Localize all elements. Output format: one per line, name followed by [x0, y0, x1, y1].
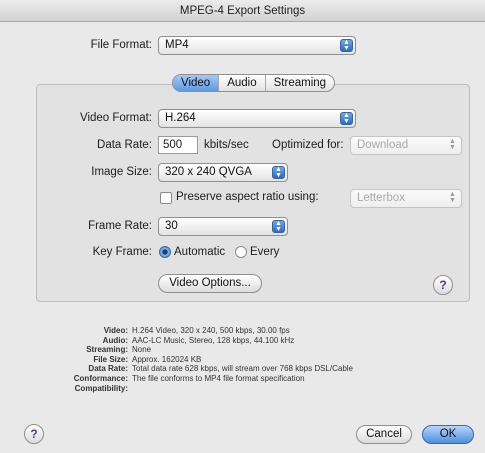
popup-arrows-icon: ▲ ▼ — [340, 112, 353, 125]
summary-row: Streaming: None — [86, 345, 152, 355]
image-size-value: 320 x 240 QVGA — [165, 166, 252, 178]
image-size-popup[interactable]: 320 x 240 QVGA ▲ ▼ — [158, 163, 288, 182]
frame-rate-label: Frame Rate: — [88, 220, 152, 232]
tab-video[interactable]: Video — [173, 75, 220, 91]
popup-arrows-icon: ▲ ▼ — [272, 220, 285, 233]
video-options-button[interactable]: Video Options... — [158, 274, 262, 293]
popup-arrows-icon: ▲ ▼ — [449, 191, 456, 204]
image-size-label: Image Size: — [91, 166, 152, 178]
preserve-aspect-checkbox[interactable] — [160, 192, 172, 204]
tab-bar: Video Audio Streaming — [172, 74, 336, 92]
popup-arrows-icon: ▲ ▼ — [340, 39, 353, 52]
tab-audio[interactable]: Audio — [219, 75, 266, 91]
video-format-label: Video Format: — [79, 112, 152, 124]
preserve-aspect-value: Letterbox — [357, 192, 405, 204]
key-frame-automatic-label: Automatic — [174, 246, 226, 258]
tab-streaming[interactable]: Streaming — [266, 75, 334, 91]
preserve-aspect-popup[interactable]: Letterbox ▲ ▼ — [350, 189, 462, 208]
cancel-button[interactable]: Cancel — [356, 425, 412, 444]
export-settings-window: MPEG-4 Export Settings File Format: MP4 … — [0, 0, 485, 453]
optimized-for-popup[interactable]: Download ▲ ▼ — [350, 136, 462, 155]
key-frame-every-label: Every — [250, 246, 280, 258]
optimized-for-value: Download — [357, 139, 409, 151]
summary-row: Data Rate: Total data rate 628 kbps, will… — [88, 364, 354, 374]
popup-arrows-icon: ▲ ▼ — [449, 138, 456, 151]
summary-row: Conformance: The file conforms to MP4 fil… — [73, 373, 305, 383]
summary-row: Video: H.264 Video, 320 x 240, 500 kbps, … — [103, 326, 290, 335]
optimized-for-label: Optimized for: — [272, 139, 344, 151]
summary-row: File Size: Approx. 162024 KB — [93, 354, 202, 364]
popup-arrows-icon: ▲ ▼ — [272, 166, 285, 179]
file-format-label: File Format: — [90, 39, 152, 51]
video-format-popup[interactable]: H.264 ▲ ▼ — [158, 109, 356, 128]
summary-row: Compatibility: — [74, 383, 128, 393]
key-frame-label: Key Frame: — [92, 246, 152, 258]
file-format-popup[interactable]: MP4 ▲ ▼ — [158, 36, 356, 55]
key-frame-automatic-radio[interactable] — [159, 246, 171, 258]
preserve-aspect-label: Preserve aspect ratio using: — [176, 191, 319, 203]
summary-row: Audio: AAC-LC Music, Stereo, 128 kbps, 44… — [102, 335, 295, 345]
help-button[interactable]: ? — [24, 424, 44, 444]
panel-help-button[interactable]: ? — [433, 275, 453, 295]
window-title: MPEG-4 Export Settings — [0, 0, 485, 22]
frame-rate-value: 30 — [165, 220, 178, 232]
data-rate-label: Data Rate: — [97, 139, 152, 151]
video-format-value: H.264 — [165, 112, 196, 124]
file-format-value: MP4 — [165, 39, 189, 51]
data-rate-unit: kbits/sec — [204, 139, 249, 151]
export-summary: Video: H.264 Video, 320 x 240, 500 kbps, … — [60, 326, 353, 393]
data-rate-input[interactable]: 500 — [158, 136, 198, 154]
ok-button[interactable]: OK — [422, 425, 474, 444]
key-frame-every-radio[interactable] — [235, 246, 247, 258]
frame-rate-popup[interactable]: 30 ▲ ▼ — [158, 217, 288, 236]
